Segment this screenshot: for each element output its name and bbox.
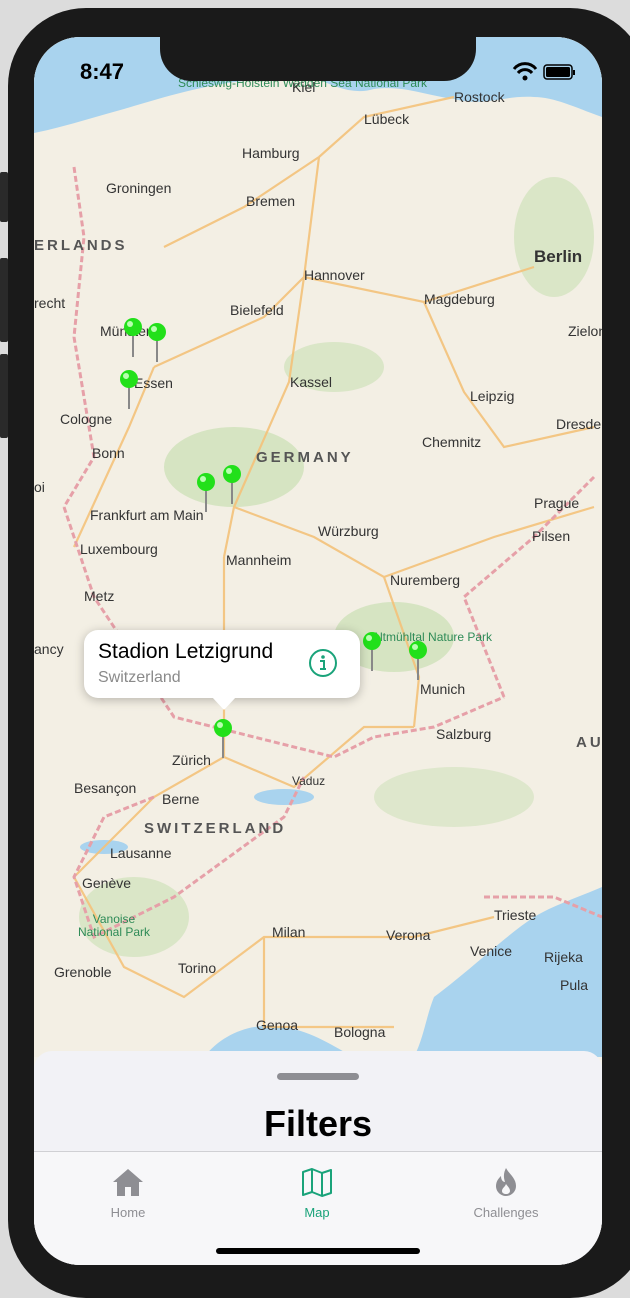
map-label: Prague — [534, 495, 580, 511]
map-pin[interactable] — [408, 640, 428, 680]
map-label: Kassel — [290, 374, 333, 390]
device-frame: Schleswig-Holstein Wadden Sea National P… — [0, 0, 630, 1298]
map-label: ancy — [34, 641, 64, 657]
map-label: Bonn — [92, 445, 125, 461]
map-label: Berne — [162, 791, 200, 807]
map-label: Trieste — [494, 907, 537, 923]
country-label: AU — [576, 734, 602, 751]
map-pin[interactable] — [362, 631, 382, 671]
map-label: Mannheim — [226, 552, 292, 568]
map-label: Vanoise National Park — [77, 912, 151, 939]
map-label: Altmühltal Nature Park — [372, 630, 493, 644]
tab-challenges[interactable]: Challenges — [446, 1166, 566, 1220]
map-label: Munich — [420, 681, 466, 697]
country-label: ERLANDS — [34, 237, 128, 254]
home-indicator[interactable] — [216, 1248, 420, 1254]
map-label: Grenoble — [54, 964, 112, 980]
map-pin[interactable] — [119, 369, 139, 409]
map-label: Vaduz — [292, 774, 326, 788]
map-label: Venice — [470, 943, 513, 959]
map-label: Leipzig — [470, 388, 515, 404]
flame-icon — [496, 1168, 516, 1196]
sheet-grabber[interactable] — [277, 1073, 359, 1080]
map-label: Lausanne — [110, 845, 172, 861]
map-icon — [302, 1168, 332, 1197]
map-label: Milan — [272, 924, 306, 940]
map-label: Pilsen — [532, 528, 571, 544]
map-label: Hamburg — [242, 145, 300, 161]
map-label: Rostock — [454, 89, 505, 105]
map-label: Genoa — [256, 1017, 299, 1033]
device-side-button — [0, 172, 8, 222]
map-pin[interactable] — [147, 322, 167, 362]
map-pin[interactable] — [196, 472, 216, 512]
map-pin[interactable] — [123, 317, 143, 357]
map-label: Frankfurt am Main — [90, 507, 204, 523]
country-label: SWITZERLAND — [144, 820, 287, 837]
callout-title: Stadion Letzigrund — [98, 640, 274, 663]
map-label: Zielona — [568, 323, 602, 339]
map-pin[interactable] — [222, 464, 242, 504]
map-label: Pula — [560, 977, 589, 993]
map-label: Bologna — [334, 1024, 386, 1040]
map-label: Lübeck — [364, 111, 410, 127]
map-pin-selected[interactable] — [213, 718, 233, 758]
map-label: Magdeburg — [424, 291, 495, 307]
callout-subtitle: Switzerland — [98, 669, 181, 686]
map-label: Berlin — [534, 247, 583, 266]
country-label: GERMANY — [256, 449, 354, 466]
map-label: Würzburg — [318, 523, 379, 539]
map-label: oi — [34, 479, 45, 495]
map-label: Verona — [386, 927, 431, 943]
house-icon — [113, 1169, 143, 1196]
screen: Schleswig-Holstein Wadden Sea National P… — [34, 37, 602, 1265]
map-label: Metz — [84, 588, 115, 604]
map-label: Zürich — [172, 752, 211, 768]
map-label: recht — [34, 295, 66, 311]
status-time: 8:47 — [80, 59, 125, 84]
status-icons — [512, 62, 575, 81]
device-notch — [160, 37, 476, 81]
map-label: Chemnitz — [422, 434, 482, 450]
device-side-button — [0, 258, 8, 342]
map-label: Torino — [178, 960, 217, 976]
map-label: Salzburg — [436, 726, 492, 742]
sheet-title: Filters — [263, 1103, 373, 1144]
battery-icon — [543, 64, 575, 80]
map-label: Essen — [134, 375, 173, 391]
map-label: Cologne — [60, 411, 113, 427]
map-label: Kiel — [292, 79, 316, 95]
map-label: Hannover — [304, 267, 365, 283]
wifi-icon — [512, 62, 538, 81]
map-label: Dresden — [556, 416, 602, 432]
info-icon[interactable] — [308, 648, 338, 678]
map-label: Bremen — [246, 193, 296, 209]
map-label: Groningen — [106, 180, 172, 196]
map-label: Luxembourg — [80, 541, 158, 557]
map-label: Bielefeld — [230, 302, 284, 318]
tab-bar: Home Map Challenges — [34, 1151, 602, 1265]
device-side-button — [0, 354, 8, 438]
pin-callout[interactable]: Stadion Letzigrund Switzerland — [84, 630, 360, 710]
tab-map[interactable]: Map — [257, 1166, 377, 1220]
tab-label: Map — [304, 1205, 330, 1220]
tab-label: Home — [110, 1205, 146, 1220]
tab-home[interactable]: Home — [68, 1166, 188, 1220]
map-label: Genève — [82, 875, 132, 891]
map-label: Besançon — [74, 780, 137, 796]
map-label: Rijeka — [544, 949, 583, 965]
map-label: Nuremberg — [390, 572, 461, 588]
tab-label: Challenges — [473, 1205, 539, 1220]
